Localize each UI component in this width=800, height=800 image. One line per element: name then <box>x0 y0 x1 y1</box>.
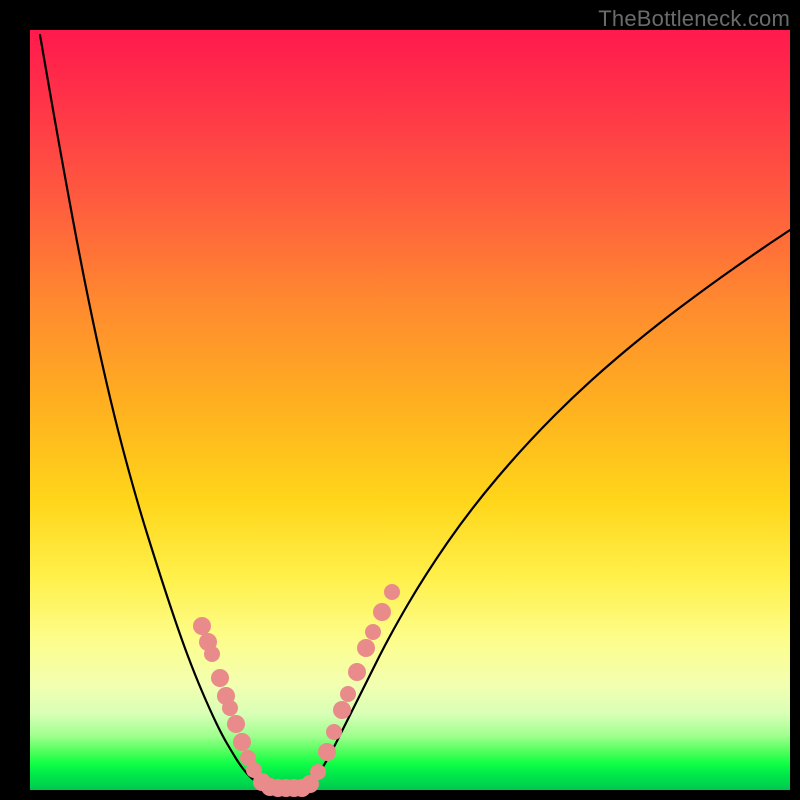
highlight-dot <box>310 764 326 780</box>
highlight-dot <box>357 639 375 657</box>
highlight-dot <box>333 701 351 719</box>
highlight-dot <box>222 700 238 716</box>
highlight-dot <box>373 603 391 621</box>
left-curve <box>40 35 268 787</box>
highlight-dot <box>340 686 356 702</box>
highlight-dot <box>318 743 336 761</box>
highlight-dot <box>211 669 229 687</box>
highlight-dot <box>384 584 400 600</box>
highlight-dots-group <box>193 584 400 797</box>
highlight-dot <box>326 724 342 740</box>
chart-svg <box>30 30 790 790</box>
highlight-dot <box>227 715 245 733</box>
plot-area <box>30 30 790 790</box>
right-curve <box>308 230 790 787</box>
highlight-dot <box>365 624 381 640</box>
chart-frame: TheBottleneck.com <box>0 0 800 800</box>
highlight-dot <box>193 617 211 635</box>
watermark-label: TheBottleneck.com <box>598 6 790 32</box>
highlight-dot <box>204 646 220 662</box>
highlight-dot <box>233 733 251 751</box>
highlight-dot <box>348 663 366 681</box>
